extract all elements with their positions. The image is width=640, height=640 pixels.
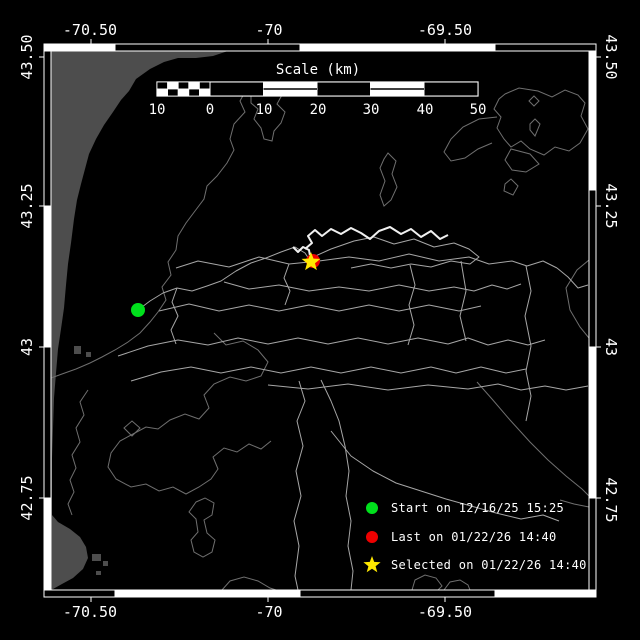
contour-bottom-3: [443, 579, 471, 590]
bank-sw-diamond: [123, 420, 141, 437]
scale-label-50: 50: [469, 102, 487, 118]
track-south-2: [293, 380, 306, 590]
island-ne-main: [493, 87, 589, 156]
axis-label-left-lat1: 43.50: [18, 34, 36, 80]
island-hole-1: [528, 95, 540, 107]
legend-selected-star: [363, 556, 381, 573]
contour-bottom-2: [411, 574, 443, 590]
contour-se-reach: [559, 499, 589, 508]
legend-last-label: Last on 01/22/26 14:40: [391, 530, 557, 544]
land-islet: [96, 571, 101, 575]
marker-layer: [131, 252, 321, 317]
track-long-east: [267, 383, 589, 391]
scale-label-10l: 10: [148, 102, 166, 118]
track-conn-4: [283, 263, 291, 306]
axis-label-bottom-lon2: -70: [255, 603, 283, 621]
legend-marker-layer: [363, 502, 381, 573]
bank-sw-outline: [107, 332, 272, 495]
land-polygon: [51, 51, 228, 590]
axis-label-top-lon1: -70.50: [62, 21, 118, 39]
scale-label-0: 0: [205, 102, 215, 118]
axis-label-bottom-lon3: -69.50: [417, 603, 473, 621]
axis-label-right-lat1: 43.50: [602, 34, 620, 80]
axis-label-top-lon2: -70: [255, 21, 283, 39]
axis-label-top-lon3: -69.50: [417, 21, 473, 39]
axis-label-left-lat4: 42.75: [18, 475, 36, 521]
island-ne-arm: [443, 116, 498, 162]
scale-label-40: 40: [416, 102, 434, 118]
islet-small: [503, 178, 519, 196]
map-canvas[interactable]: [0, 0, 640, 640]
bank-sw-west: [67, 389, 89, 516]
start-marker: [131, 303, 145, 317]
island-hole-2: [529, 118, 541, 137]
track-conn-2: [524, 265, 532, 422]
map-screen: -70.50 -70 -69.50 -70.50 -70 -69.50 43.5…: [0, 0, 640, 640]
track-start-leg: [137, 246, 312, 311]
track-conn-5: [407, 264, 416, 346]
axis-label-bottom-lon1: -70.50: [62, 603, 118, 621]
axis-label-right-lat3: 43: [602, 337, 620, 357]
legend-last-dot: [366, 531, 378, 543]
land-islet: [86, 352, 91, 357]
track-conn-3: [170, 287, 179, 345]
scale-label-30: 30: [362, 102, 380, 118]
island-ne-low: [504, 148, 540, 173]
track-band-3: [158, 303, 482, 312]
scale-label-10: 10: [255, 102, 273, 118]
bone-shape: [188, 497, 216, 558]
contour-right-edge: [565, 259, 589, 339]
land-layer: [51, 51, 228, 590]
track-band-1: [175, 253, 558, 269]
legend-start-label: Start on 12/16/25 15:25: [391, 501, 565, 515]
track-band-5: [130, 366, 527, 382]
scale-bar-title: Scale (km): [275, 62, 361, 78]
track-band-2: [223, 281, 522, 292]
contour-bottom-1: [221, 576, 277, 590]
axis-label-left-lat3: 43: [18, 337, 36, 357]
track-band-4: [117, 337, 546, 357]
scale-label-20: 20: [309, 102, 327, 118]
island-mid: [379, 152, 398, 207]
axis-label-right-lat2: 43.25: [602, 183, 620, 229]
axis-label-right-lat4: 42.75: [602, 477, 620, 523]
legend-selected-label: Selected on 01/22/26 14:40: [391, 558, 587, 572]
land-islet: [103, 561, 108, 566]
land-islet: [74, 346, 81, 354]
scale-bar: [156, 81, 479, 97]
land-islet: [92, 554, 101, 561]
track-loop-upper: [310, 236, 480, 269]
legend-start-dot: [366, 502, 378, 514]
contour-se-diag: [476, 381, 589, 497]
track-conn-1: [459, 260, 467, 342]
track-south-1: [320, 379, 354, 590]
axis-label-left-lat2: 43.25: [18, 183, 36, 229]
